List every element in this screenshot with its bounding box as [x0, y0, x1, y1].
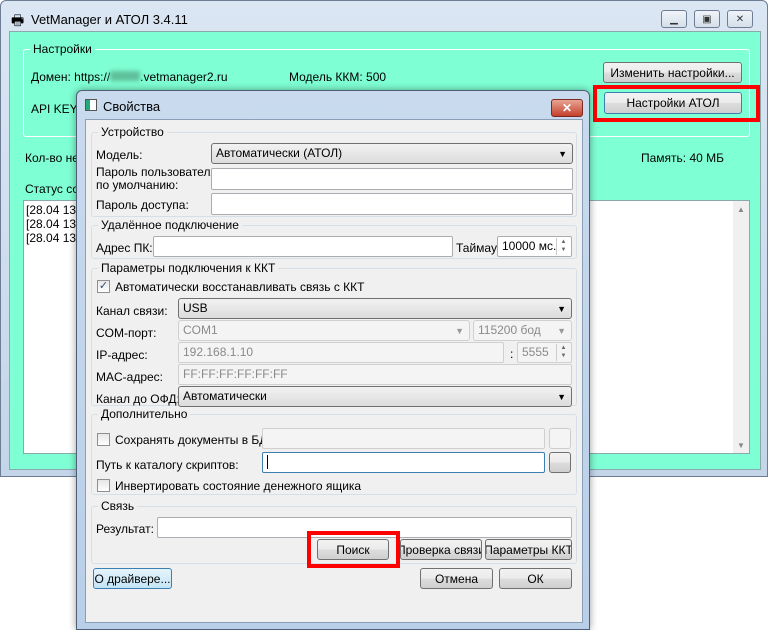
spinner-arrows-icon[interactable]: ▲ ▼ [556, 238, 570, 255]
dropdown-arrow-icon: ▼ [557, 326, 566, 336]
highlight-atol-settings [593, 85, 760, 122]
timeout-spinner[interactable]: 10000 мс. ▲ ▼ [497, 236, 572, 257]
ip-input[interactable]: 192.168.1.10 [178, 342, 504, 363]
close-icon[interactable]: ✕ [727, 10, 753, 28]
pc-address-input[interactable] [153, 236, 453, 257]
ofd-select[interactable]: Автоматически ▼ [178, 386, 572, 407]
save-docs-checkbox[interactable] [97, 433, 110, 446]
access-password-input[interactable] [211, 193, 573, 215]
model-select[interactable]: Автоматически (АТОЛ) ▼ [211, 143, 573, 164]
ofd-label: Канал до ОФД: [96, 392, 180, 406]
model-label: Модель: [96, 148, 143, 162]
invert-drawer-checkbox[interactable] [97, 479, 110, 492]
mac-input[interactable]: FF:FF:FF:FF:FF:FF [178, 364, 572, 385]
dialog-title: Свойства [103, 99, 161, 114]
port-spinner[interactable]: 5555 ▲ ▼ [517, 342, 572, 363]
port-value: 5555 [522, 345, 549, 359]
invert-drawer-label: Инвертировать состояние денежного ящика [115, 479, 362, 493]
channel-label: Канал связи: [96, 304, 168, 318]
dropdown-arrow-icon: ▼ [558, 149, 567, 159]
connection-group-title: Параметры подключения к ККТ [98, 261, 279, 275]
pc-address-label: Адрес ПК: [96, 241, 153, 255]
scripts-browse-button[interactable] [549, 452, 571, 473]
remote-group-title: Удалённое подключение [98, 218, 242, 232]
result-label: Результат: [96, 522, 154, 536]
cancel-button[interactable]: Отмена [420, 568, 493, 589]
scripts-path-input[interactable] [262, 452, 545, 473]
user-password-input[interactable] [211, 168, 573, 190]
highlight-search [307, 531, 400, 568]
model-kkm: Модель ККМ: 500 [289, 70, 387, 84]
port-separator: : [510, 347, 514, 361]
check-connection-button[interactable]: Проверка связи [400, 539, 482, 560]
api-key-label: API KEY: [31, 102, 81, 116]
baud-select[interactable]: 115200 бод ▼ [473, 320, 572, 341]
change-settings-button[interactable]: Изменить настройки... [603, 62, 742, 83]
redacted-domain [110, 71, 141, 81]
com-port-label: COM-порт: [96, 326, 157, 340]
window-title: VetManager и АТОЛ 3.4.11 [31, 12, 188, 27]
about-driver-button[interactable]: О драйвере... [93, 568, 172, 589]
dropdown-arrow-icon: ▼ [557, 304, 566, 314]
properties-dialog: Свойства ✕ Устройство Модель: Автоматиче… [76, 90, 590, 630]
text-cursor [267, 455, 268, 469]
model-value: Автоматически (АТОЛ) [216, 146, 343, 160]
domain-suffix: .vetmanager2.ru [140, 70, 228, 84]
dialog-client: Устройство Модель: Автоматически (АТОЛ) ▼… [85, 119, 583, 623]
dialog-close-button[interactable]: ✕ [551, 99, 583, 117]
log-scrollbar[interactable]: ▲ ▼ [733, 201, 749, 453]
spinner-arrows-icon[interactable]: ▲ ▼ [556, 344, 570, 361]
channel-value: USB [183, 301, 208, 315]
ip-label: IP-адрес: [96, 348, 148, 362]
com-port-select[interactable]: COM1 ▼ [178, 320, 470, 341]
device-group-title: Устройство [98, 125, 167, 139]
auto-reconnect-checkbox[interactable]: ✓ [97, 280, 110, 293]
ofd-value: Автоматически [183, 389, 267, 403]
settings-group-title: Настройки [30, 42, 95, 56]
mac-label: MAC-адрес: [96, 370, 164, 384]
dialog-icon [85, 99, 97, 111]
dropdown-arrow-icon: ▼ [557, 392, 566, 402]
memory-label: Память: 40 МБ [641, 151, 725, 165]
dropdown-arrow-icon: ▼ [455, 326, 464, 336]
baud-value: 115200 бод [478, 323, 541, 337]
maximize-icon[interactable]: ▣ [694, 10, 720, 28]
timeout-label: Таймаут [456, 241, 503, 255]
ok-button[interactable]: ОК [499, 568, 572, 589]
save-docs-browse-button[interactable] [549, 428, 571, 449]
scripts-path-label: Путь к каталогу скриптов: [96, 458, 239, 472]
user-password-label-line2: по умолчанию: [96, 178, 179, 192]
save-docs-input[interactable] [262, 428, 545, 449]
minimize-icon[interactable]: ▁ [661, 10, 687, 28]
access-password-label: Пароль доступа: [96, 198, 189, 212]
kkt-params-button[interactable]: Параметры ККТ [485, 539, 572, 560]
channel-select[interactable]: USB ▼ [178, 298, 572, 319]
com-port-value: COM1 [183, 323, 218, 337]
link-group-title: Связь [98, 499, 138, 513]
timeout-value: 10000 мс. [502, 239, 557, 253]
user-password-label: Пароль пользователя по умолчанию: [96, 166, 217, 192]
auto-reconnect-label: Автоматически восстанавливать связь с КК… [115, 280, 365, 294]
domain-label: Домен: https:// [31, 70, 111, 84]
save-docs-label: Сохранять документы в БД [115, 433, 268, 447]
extra-group-title: Дополнительно [98, 407, 191, 421]
